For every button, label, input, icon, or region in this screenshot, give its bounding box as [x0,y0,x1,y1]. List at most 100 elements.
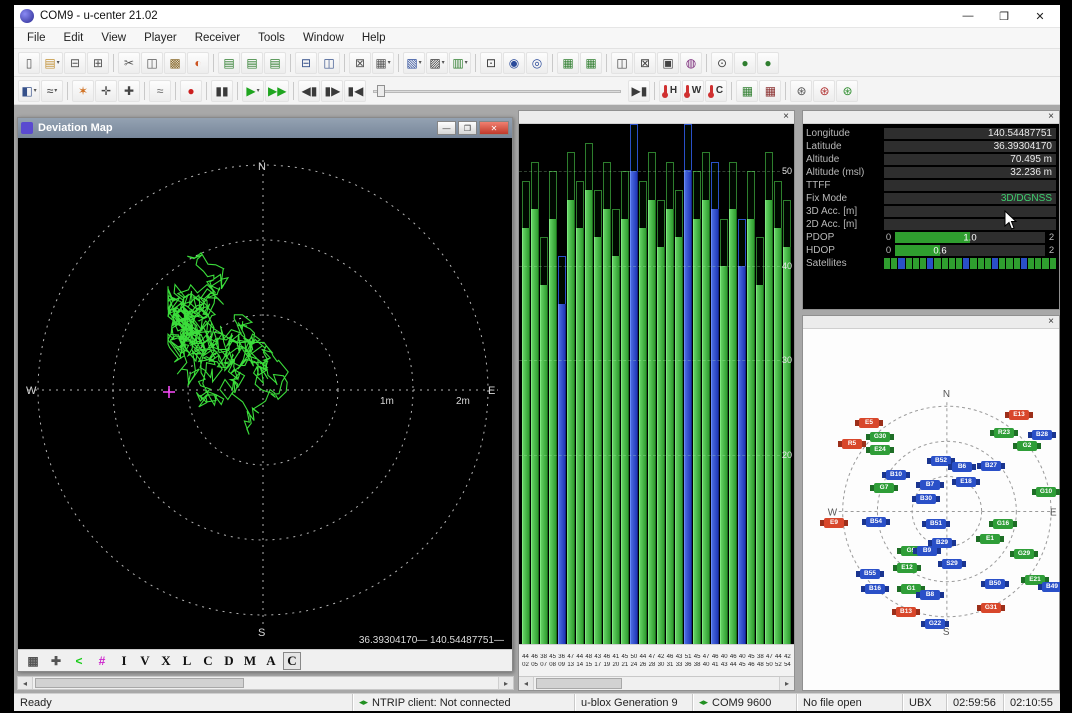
deviation-letter-5[interactable]: D [220,652,238,670]
baudrate-button[interactable]: ≈▾ [41,80,63,102]
add-map-button[interactable]: ▤ [264,52,286,74]
sky-panel-close-icon[interactable]: × [1043,316,1059,328]
text-console-button[interactable]: ▣ [657,52,679,74]
play-log-button[interactable]: ● [757,52,779,74]
scroll-left-icon[interactable]: ◂ [18,677,33,689]
signal-scrollbar-thumb[interactable] [536,678,622,689]
jump-end-button[interactable]: ▶▮ [628,80,650,102]
pan-move-tool[interactable]: ✚ [46,652,66,670]
gear-red-button[interactable]: ⊛ [813,80,835,102]
status-text: Ready [20,697,52,709]
mdi-scrollbar-track[interactable] [33,677,498,689]
deviation-map-button[interactable]: ◎ [526,52,548,74]
cut-button[interactable]: ✂ [118,52,140,74]
close-view-button[interactable]: ⊠ [349,52,371,74]
statistic-view-button[interactable]: ◍ [680,52,702,74]
pause-button[interactable]: ▮▮ [211,80,233,102]
deviation-letter-2[interactable]: X [157,652,175,670]
new-file-button[interactable]: ▯ [18,52,40,74]
warmstart-button[interactable]: W [682,80,704,102]
deviation-close-button[interactable]: ✕ [479,121,509,135]
camera-view-button[interactable]: ▨▾ [426,52,448,74]
signal-label: 44 [774,654,783,660]
menu-tools[interactable]: Tools [249,30,294,46]
deviation-letter-7[interactable]: A [262,652,280,670]
configuration-view-button[interactable]: ▦ [580,52,602,74]
print-button[interactable]: ⊟ [64,52,86,74]
grid-toggle-tool[interactable]: # [92,652,112,670]
coldstart-button[interactable]: C [705,80,727,102]
signal-bar-fill [594,237,602,644]
hotkey-tool-button[interactable]: ✛ [95,80,117,102]
signal-scrollbar-track[interactable] [534,677,779,690]
signal-horizontal-scrollbar[interactable]: ◂ ▸ [519,676,794,690]
packet-console-button[interactable]: ◫ [611,52,633,74]
record-button[interactable]: ● [180,80,202,102]
menu-receiver[interactable]: Receiver [186,30,249,46]
docking-windows-button[interactable]: ⊡ [480,52,502,74]
level-tool-button[interactable]: ≈ [149,80,171,102]
menu-player[interactable]: Player [135,30,186,46]
binary-console-button[interactable]: ⊠ [634,52,656,74]
clear-trace-tool[interactable]: < [69,652,89,670]
deviation-letter-8[interactable]: C [283,652,301,670]
sky-view-button[interactable]: ◉ [503,52,525,74]
menu-view[interactable]: View [92,30,135,46]
position-tool-button[interactable]: ✚ [118,80,140,102]
deviation-letter-1[interactable]: V [136,652,154,670]
open-file-button[interactable]: ▤▾ [41,52,63,74]
mdi-scrollbar-thumb[interactable] [35,678,244,688]
menu-file[interactable]: File [18,30,55,46]
deviation-map-titlebar[interactable]: Deviation Map — ❐ ✕ [18,118,512,138]
deviation-letter-3[interactable]: L [178,652,196,670]
add-chart-button[interactable]: ▤ [218,52,240,74]
restore-button[interactable]: ❐ [986,6,1022,27]
signal-panel-close-icon[interactable]: × [778,111,794,123]
capture-screen-button[interactable]: ⊙ [711,52,733,74]
tile-horizontal-button[interactable]: ⊟ [295,52,317,74]
gear-green-button[interactable]: ⊛ [836,80,858,102]
mdi-horizontal-scrollbar[interactable]: ◂ ▸ [17,676,514,690]
copy-button[interactable]: ◫ [141,52,163,74]
messages-view-button[interactable]: ▦ [557,52,579,74]
play-button[interactable]: ▶▾ [242,80,264,102]
print-preview-button[interactable]: ⊞ [87,52,109,74]
step-forward-button[interactable]: ▮▶ [321,80,343,102]
signal-label: 44 [729,662,738,668]
color-scheme-button[interactable]: ◐ [187,52,209,74]
deviation-letter-6[interactable]: M [241,652,259,670]
histogram-view-button[interactable]: ▥▾ [449,52,471,74]
minimize-button[interactable]: — [950,6,986,27]
signal-label: 13 [566,662,575,668]
menu-edit[interactable]: Edit [55,30,93,46]
menu-window[interactable]: Window [294,30,353,46]
menu-help[interactable]: Help [353,30,395,46]
slider-thumb[interactable] [377,85,385,97]
scroll-left-icon[interactable]: ◂ [519,677,534,690]
autobauding-button[interactable]: ✶ [72,80,94,102]
add-table-button[interactable]: ▤ [241,52,263,74]
table-view-button[interactable]: ▦▾ [372,52,394,74]
port-config-button[interactable]: ◧▾ [18,80,40,102]
scroll-right-icon[interactable]: ▸ [779,677,794,690]
poll-messages-button[interactable]: ▦ [736,80,758,102]
deviation-restore-button[interactable]: ❐ [458,121,477,135]
deviation-minimize-button[interactable]: — [437,121,456,135]
step-back-button[interactable]: ◀▮ [298,80,320,102]
fast-forward-button[interactable]: ▶▶ [265,80,289,102]
scroll-right-icon[interactable]: ▸ [498,677,513,689]
deviation-letter-0[interactable]: I [115,652,133,670]
properties-tool[interactable]: ▦ [23,652,43,670]
configuration-gear-button[interactable]: ⊛ [790,80,812,102]
tile-vertical-button[interactable]: ◫ [318,52,340,74]
data-panel-close-icon[interactable]: × [1043,111,1059,123]
paste-button[interactable]: ▩ [164,52,186,74]
chart-view-button[interactable]: ▧▾ [403,52,425,74]
jump-start-button[interactable]: ▮◀ [344,80,366,102]
record-log-button[interactable]: ● [734,52,756,74]
deviation-letter-4[interactable]: C [199,652,217,670]
send-messages-button[interactable]: ▦ [759,80,781,102]
playback-position-slider[interactable] [373,82,621,100]
hotstart-button[interactable]: H [659,80,681,102]
close-button[interactable]: ✕ [1022,6,1058,27]
